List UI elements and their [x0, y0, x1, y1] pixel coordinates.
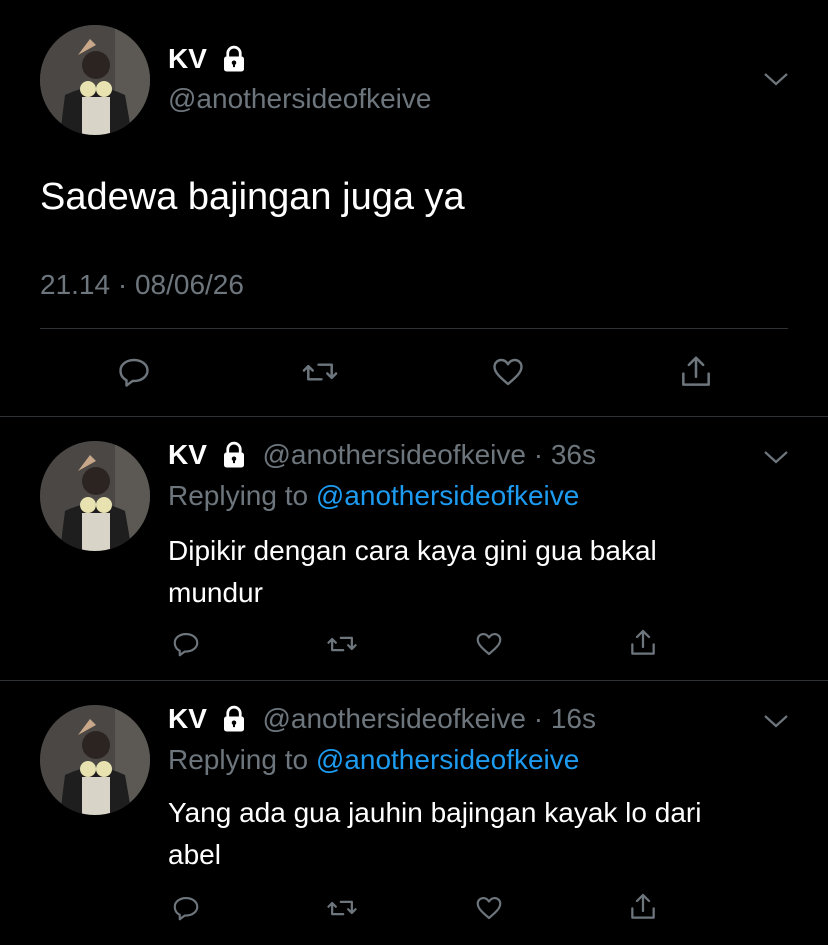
- share-icon: [631, 893, 655, 919]
- reply-icon: [173, 896, 199, 921]
- like-button[interactable]: [486, 350, 530, 394]
- heart-icon: [476, 632, 502, 656]
- retweet-button[interactable]: [322, 626, 362, 662]
- display-name-text[interactable]: KV: [168, 43, 207, 74]
- replying-to: Replying to @anothersideofkeive: [168, 743, 579, 777]
- share-button[interactable]: [624, 888, 662, 926]
- tweet-text-line: Dipikir dengan cara kaya gini gua bakal: [168, 535, 657, 566]
- divider: [0, 416, 828, 417]
- lock-icon: [223, 705, 244, 732]
- replying-to-link[interactable]: @anothersideofkeive: [316, 744, 579, 775]
- lock-icon: [223, 441, 244, 468]
- avatar[interactable]: [40, 441, 150, 551]
- reply-header: KV @anothersideofkeive · 16s: [168, 702, 596, 736]
- timestamp[interactable]: 21.14 · 08/06/26: [40, 268, 244, 302]
- heart-icon: [493, 358, 523, 386]
- reply-icon: [173, 632, 199, 657]
- retweet-button[interactable]: [322, 890, 362, 926]
- tweet-text-line: abel: [168, 839, 221, 870]
- avatar[interactable]: [40, 705, 150, 815]
- like-button[interactable]: [470, 626, 508, 662]
- chevron-down-icon[interactable]: [758, 442, 794, 472]
- lock-icon: [223, 45, 244, 72]
- tweet-text: Dipikir dengan cara kaya gini gua bakal …: [168, 530, 657, 614]
- tweet-text: Yang ada gua jauhin bajingan kayak lo da…: [168, 792, 701, 876]
- tweet-age[interactable]: · 36s: [534, 439, 596, 470]
- heart-icon: [476, 896, 502, 920]
- share-button[interactable]: [624, 624, 662, 662]
- avatar[interactable]: [40, 25, 150, 135]
- divider: [40, 328, 788, 329]
- share-icon: [682, 356, 710, 386]
- retweet-button[interactable]: [298, 350, 342, 394]
- replying-to-label: Replying to: [168, 480, 309, 511]
- handle[interactable]: @anothersideofkeive: [262, 439, 525, 470]
- share-button[interactable]: [674, 350, 718, 394]
- replying-to: Replying to @anothersideofkeive: [168, 479, 579, 513]
- display-name[interactable]: KV: [168, 439, 207, 470]
- divider: [0, 680, 828, 681]
- reply-button[interactable]: [112, 350, 156, 394]
- retweet-icon: [302, 363, 338, 381]
- retweet-icon: [327, 900, 357, 916]
- chevron-down-icon[interactable]: [758, 64, 794, 94]
- replying-to-label: Replying to: [168, 744, 309, 775]
- tweet-text-line: Yang ada gua jauhin bajingan kayak lo da…: [168, 797, 702, 828]
- tweet-text-line: mundur: [168, 577, 263, 608]
- reply-header: KV @anothersideofkeive · 36s: [168, 438, 596, 472]
- reply-icon: [119, 358, 149, 387]
- replying-to-link[interactable]: @anothersideofkeive: [316, 480, 579, 511]
- reply-button[interactable]: [168, 626, 204, 662]
- share-icon: [631, 629, 655, 655]
- display-name[interactable]: KV: [168, 703, 207, 734]
- handle[interactable]: @anothersideofkeive: [262, 703, 525, 734]
- chevron-down-icon[interactable]: [758, 706, 794, 736]
- reply-button[interactable]: [168, 890, 204, 926]
- like-button[interactable]: [470, 890, 508, 926]
- retweet-icon: [327, 636, 357, 652]
- display-name[interactable]: KV: [168, 42, 249, 76]
- handle[interactable]: @anothersideofkeive: [168, 82, 431, 116]
- tweet-text: Sadewa bajingan juga ya: [40, 176, 465, 218]
- tweet-age[interactable]: · 16s: [534, 703, 596, 734]
